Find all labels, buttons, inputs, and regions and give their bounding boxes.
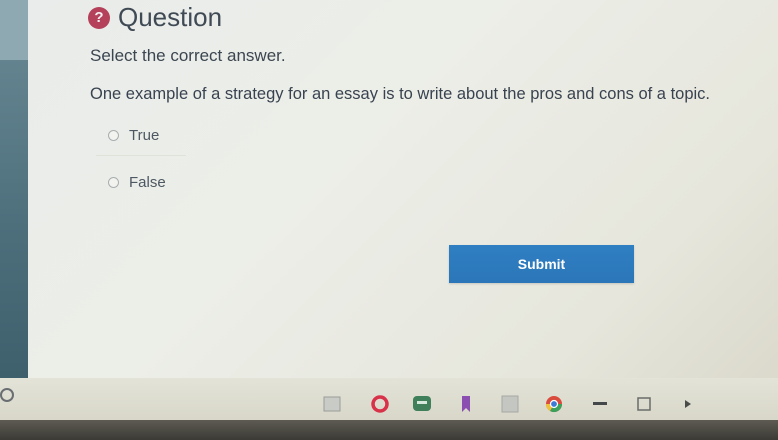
chrome-icon[interactable] xyxy=(544,394,564,414)
option-label-true: True xyxy=(129,126,160,144)
option-false[interactable]: False xyxy=(96,162,186,202)
screen-bottom-bezel xyxy=(0,420,778,440)
question-title: Question xyxy=(118,2,223,32)
left-sidebar-top xyxy=(0,0,28,60)
option-label-false: False xyxy=(129,173,166,191)
taskbar xyxy=(0,378,778,420)
option-true[interactable]: True xyxy=(96,115,186,156)
chat-app-icon[interactable] xyxy=(412,394,432,414)
gray-app-icon[interactable] xyxy=(500,394,520,414)
question-circle-icon: ? xyxy=(88,6,110,29)
window-icon[interactable] xyxy=(322,394,342,414)
play-icon[interactable] xyxy=(678,394,698,414)
bookmark-icon[interactable] xyxy=(456,394,476,414)
left-sidebar-strip xyxy=(0,0,28,378)
start-icon[interactable] xyxy=(0,388,14,402)
submit-button[interactable]: Submit xyxy=(449,245,634,283)
question-header: ? Question xyxy=(88,2,222,33)
minus-icon[interactable] xyxy=(590,394,610,414)
square-icon[interactable] xyxy=(634,394,654,414)
question-text: One example of a strategy for an essay i… xyxy=(90,85,711,103)
instruction-text: Select the correct answer. xyxy=(90,46,286,65)
radio-button-false[interactable] xyxy=(108,176,119,188)
radio-button-true[interactable] xyxy=(108,129,119,141)
red-ring-app-icon[interactable] xyxy=(370,394,390,414)
